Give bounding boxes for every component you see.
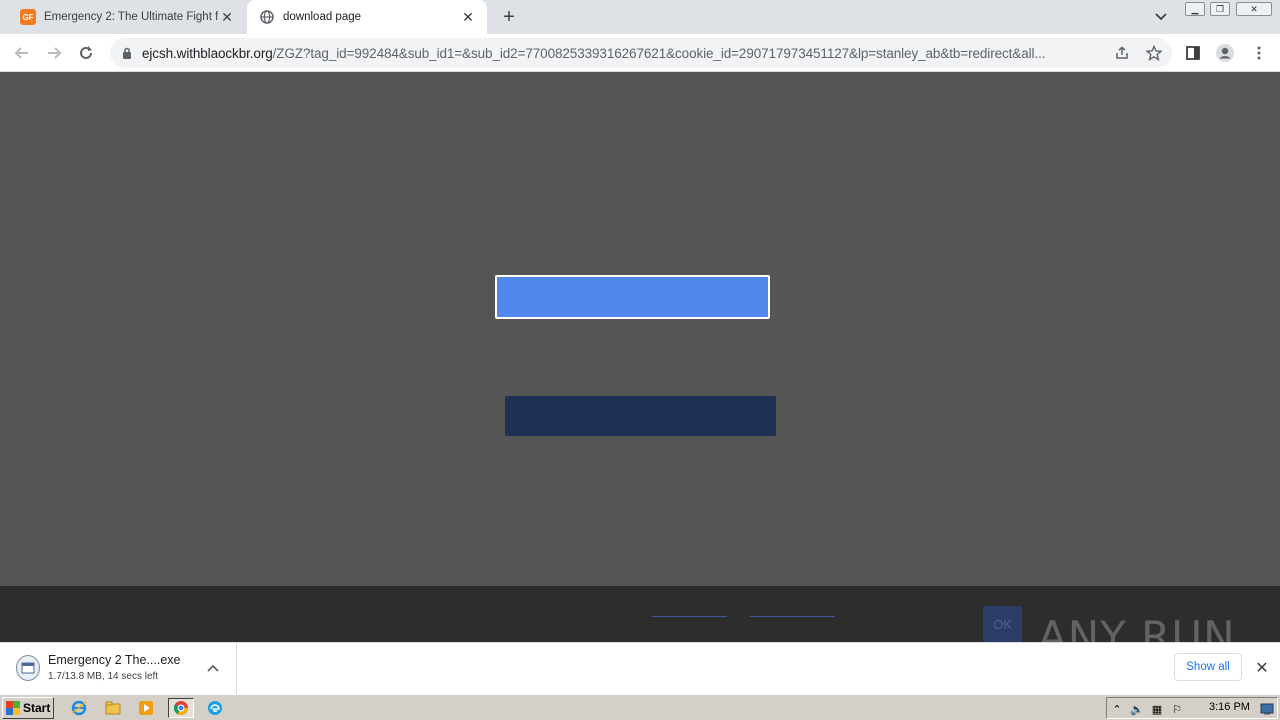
taskbar-clock[interactable]: 3:16 PM	[1209, 701, 1250, 713]
bookmark-star-icon[interactable]	[1145, 44, 1163, 62]
download-file-name: Emergency 2 The....exe	[48, 653, 181, 667]
share-icon[interactable]	[1113, 44, 1131, 62]
internet-explorer-icon[interactable]	[68, 698, 90, 718]
cookie-ok-button[interactable]: OK	[983, 606, 1022, 642]
chrome-menu-icon[interactable]	[1248, 42, 1270, 64]
tab-title: Emergency 2: The Ultimate Fight for	[44, 11, 218, 23]
close-shelf-icon[interactable]: ✕	[1252, 658, 1272, 678]
show-all-downloads-button[interactable]: Show all	[1174, 653, 1242, 681]
cookie-consent-bar: OK	[0, 586, 1280, 642]
back-arrow-icon[interactable]	[10, 41, 34, 65]
start-button[interactable]: Start	[2, 697, 54, 719]
lock-icon[interactable]	[120, 46, 134, 60]
tab-emergency-2[interactable]: GF Emergency 2: The Ultimate Fight for ✕	[8, 0, 246, 34]
profile-avatar-icon[interactable]	[1214, 42, 1236, 64]
page-content	[0, 72, 1280, 586]
download-progress-status: 1.7/13.8 MB, 14 secs left	[48, 671, 159, 682]
close-tab-icon[interactable]: ✕	[459, 8, 477, 26]
system-tray: ⌃ 🔈 ▦ ⚐ 3:16 PM	[1106, 697, 1278, 719]
tab-title: download page	[283, 11, 362, 23]
file-explorer-icon[interactable]	[102, 698, 124, 718]
show-desktop-icon[interactable]	[1259, 701, 1275, 717]
edge-icon[interactable]	[204, 698, 226, 718]
executable-file-icon	[16, 655, 40, 681]
side-panel-icon[interactable]	[1182, 42, 1204, 64]
windows-flag-icon	[6, 701, 20, 715]
highlighted-input-field[interactable]	[495, 275, 770, 319]
globe-icon	[259, 9, 275, 25]
tab-search-chevron-icon[interactable]	[1151, 7, 1171, 27]
download-button[interactable]	[505, 396, 776, 436]
chrome-taskbar-icon[interactable]	[168, 698, 194, 718]
url-text: ejcsh.withblaockbr.org/ZGZ?tag_id=992484…	[142, 45, 1046, 61]
new-tab-button[interactable]: +	[498, 6, 520, 28]
address-bar[interactable]: ejcsh.withblaockbr.org/ZGZ?tag_id=992484…	[110, 38, 1172, 68]
terms-link[interactable]	[750, 616, 835, 617]
chevron-up-icon[interactable]	[204, 659, 222, 677]
media-player-icon[interactable]	[135, 698, 157, 718]
reload-icon[interactable]	[74, 41, 98, 65]
speaker-icon[interactable]: 🔈	[1129, 701, 1145, 717]
minimize-window-icon[interactable]: ▁	[1185, 2, 1205, 16]
tab-strip: GF Emergency 2: The Ultimate Fight for ✕…	[0, 0, 1280, 34]
browser-toolbar: ejcsh.withblaockbr.org/ZGZ?tag_id=992484…	[0, 34, 1280, 72]
download-item[interactable]: Emergency 2 The....exe 1.7/13.8 MB, 14 s…	[0, 643, 237, 694]
download-shelf: Emergency 2 The....exe 1.7/13.8 MB, 14 s…	[0, 642, 1280, 694]
windows-taskbar: Start ⌃ 🔈 ▦ ⚐ 3:16 PM	[0, 694, 1280, 720]
network-icon[interactable]: ▦	[1149, 701, 1165, 717]
close-tab-icon[interactable]: ✕	[218, 8, 236, 26]
show-hidden-icons-icon[interactable]: ⌃	[1109, 701, 1125, 717]
tab-download-page[interactable]: download page ✕	[247, 0, 487, 34]
privacy-policy-link[interactable]	[652, 616, 727, 617]
forward-arrow-icon[interactable]	[42, 41, 66, 65]
close-window-icon[interactable]: ✕	[1236, 2, 1272, 16]
action-center-flag-icon[interactable]: ⚐	[1169, 701, 1185, 717]
restore-window-icon[interactable]: ❐	[1210, 2, 1230, 16]
site-favicon-icon: GF	[20, 9, 36, 25]
